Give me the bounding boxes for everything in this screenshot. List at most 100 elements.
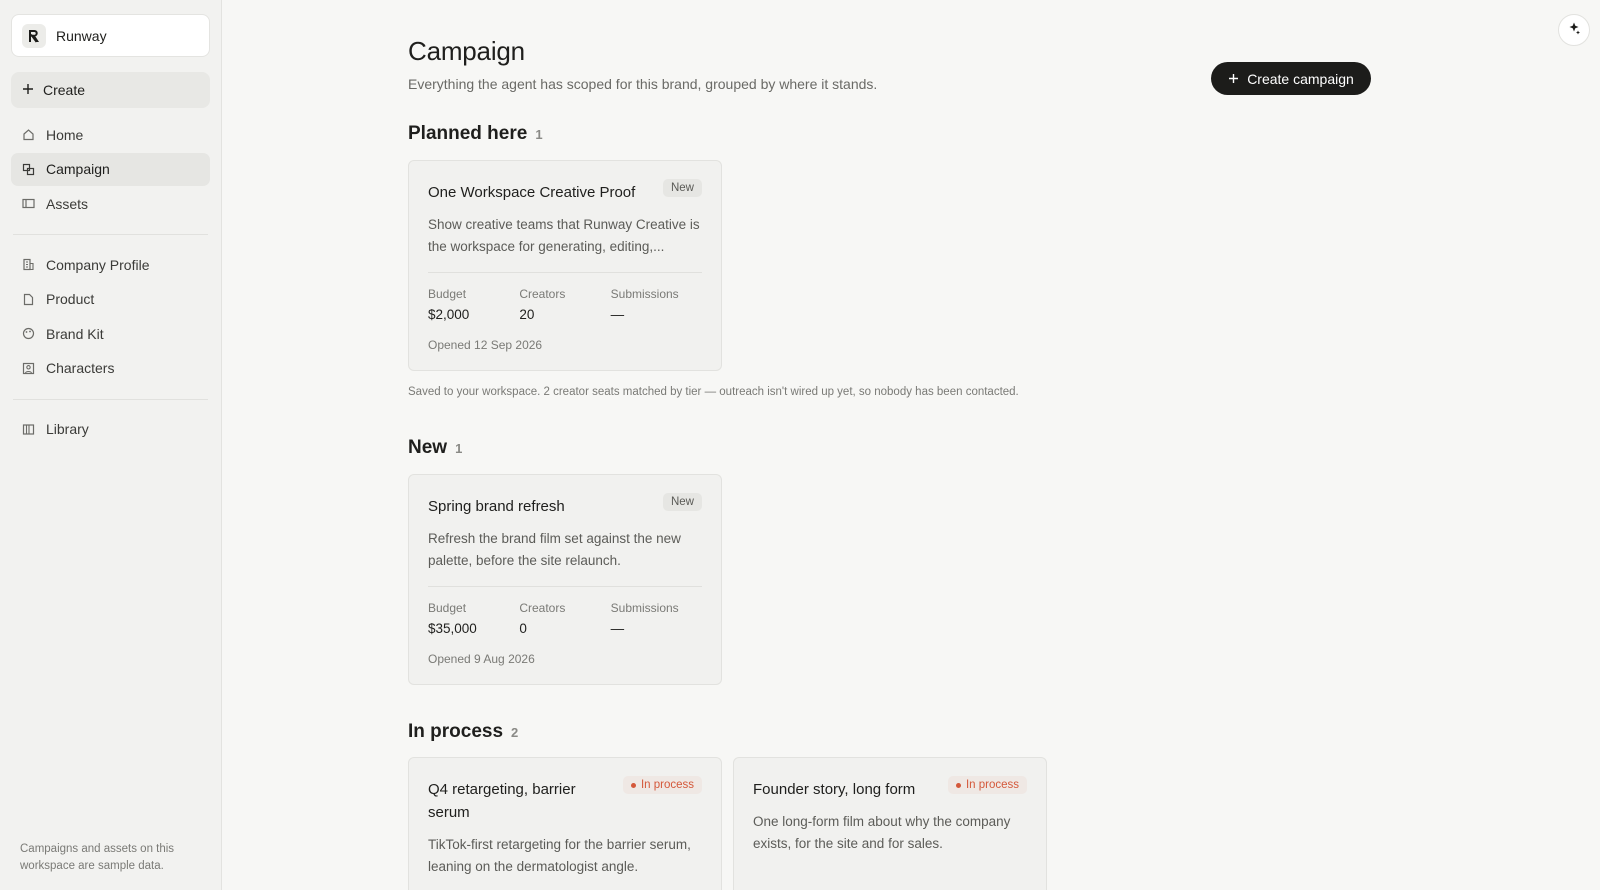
stat-submissions: Submissions — xyxy=(611,287,702,322)
sidebar-item-label: Library xyxy=(46,421,89,437)
sidebar-item-label: Home xyxy=(46,126,84,143)
sidebar-item-label: Assets xyxy=(46,195,89,212)
sidebar-item-characters[interactable]: Characters xyxy=(11,352,210,385)
card-description: Refresh the brand film set against the n… xyxy=(428,531,681,568)
stat-label: Submissions xyxy=(610,287,679,301)
nav-divider xyxy=(13,398,208,400)
card-title: Q4 retargeting, barrier serum xyxy=(428,781,576,821)
campaign-icon xyxy=(22,163,35,176)
card-title: One Workspace Creative Proof xyxy=(428,184,636,201)
planned-footnote: Saved to your workspace. 2 creator seats… xyxy=(408,386,1019,398)
stat-budget: Budget $2,000 xyxy=(428,287,519,322)
company-icon xyxy=(22,258,35,271)
stat-value: 0 xyxy=(519,621,527,636)
card-divider xyxy=(428,272,702,273)
sidebar-item-home[interactable]: Home xyxy=(11,118,210,151)
stat-value: $2,000 xyxy=(428,307,470,322)
sidebar-item-library[interactable]: Library xyxy=(11,413,210,446)
section-count: 1 xyxy=(455,441,463,456)
create-campaign-button[interactable]: Create campaign xyxy=(1211,62,1371,95)
section-title-new: New 1 xyxy=(408,437,462,459)
section-title-text: New xyxy=(408,437,448,458)
create-campaign-label: Create campaign xyxy=(1247,70,1354,87)
card-header: Q4 retargeting, barrier serum In process xyxy=(428,776,702,824)
stat-budget: Budget $35,000 xyxy=(428,601,519,636)
sparkle-icon xyxy=(1567,21,1581,40)
card-description: TikTok-first retargeting for the barrier… xyxy=(428,837,691,874)
sidebar-item-campaign[interactable]: Campaign xyxy=(11,152,210,186)
status-badge: New xyxy=(662,493,702,511)
nav-brand: Company Profile Product Brand Kit Charac… xyxy=(11,248,210,385)
status-badge-label: In process xyxy=(640,779,694,791)
stat-creators: Creators 20 xyxy=(519,287,610,322)
sidebar-item-label: Company Profile xyxy=(46,256,150,273)
campaign-card[interactable]: Founder story, long form In process One … xyxy=(733,757,1047,890)
library-icon xyxy=(22,423,35,436)
stat-creators: Creators 0 xyxy=(519,601,610,636)
sidebar-item-label: Campaign xyxy=(46,161,110,177)
plus-icon xyxy=(22,82,34,98)
status-dot-icon xyxy=(630,782,636,788)
stat-label: Submissions xyxy=(610,601,679,615)
status-badge: In process xyxy=(622,776,702,794)
stat-label: Budget xyxy=(428,287,467,301)
status-dot-icon xyxy=(955,782,961,788)
nav-main: Home Campaign Assets xyxy=(11,118,210,220)
nav-divider xyxy=(13,234,208,235)
stat-label: Creators xyxy=(519,601,566,615)
stat-value: $35,000 xyxy=(428,621,477,636)
sidebar-item-assets[interactable]: Assets xyxy=(11,187,210,220)
status-badge: New xyxy=(662,179,702,197)
sidebar-item-product[interactable]: Product xyxy=(11,283,210,316)
workspace-switcher[interactable]: Runway xyxy=(11,14,210,57)
section-count: 1 xyxy=(535,127,543,142)
sidebar: Runway Create Home Campaign Assets Compa… xyxy=(0,0,222,890)
stat-submissions: Submissions — xyxy=(611,601,702,636)
product-icon xyxy=(22,293,35,306)
section-title-planned: Planned here 1 xyxy=(408,123,543,145)
create-label: Create xyxy=(43,82,86,98)
campaign-card[interactable]: Spring brand refresh New Refresh the bra… xyxy=(408,474,722,685)
palette-icon xyxy=(22,327,35,340)
sidebar-item-label: Product xyxy=(46,291,95,307)
card-header: Founder story, long form In process xyxy=(753,776,1027,801)
sidebar-item-brand-kit[interactable]: Brand Kit xyxy=(11,317,210,350)
card-description: Show creative teams that Runway Creative… xyxy=(428,217,700,254)
sidebar-item-label: Brand Kit xyxy=(46,325,104,342)
card-stats: Budget $2,000 Creators 20 Submissions — xyxy=(428,287,702,322)
assets-icon xyxy=(22,197,35,210)
card-header: Spring brand refresh New xyxy=(428,493,702,518)
section-title-text: In process xyxy=(408,721,504,742)
nav-library: Library xyxy=(11,413,210,446)
card-divider xyxy=(428,586,702,587)
character-icon xyxy=(22,362,35,375)
sidebar-item-company-profile[interactable]: Company Profile xyxy=(11,248,210,281)
campaign-card[interactable]: Q4 retargeting, barrier serum In process… xyxy=(408,757,722,890)
stat-label: Budget xyxy=(428,601,467,615)
section-title-text: Planned here xyxy=(408,123,528,144)
stat-value: — xyxy=(610,621,625,636)
plus-icon xyxy=(1228,71,1239,87)
card-stats: Budget $35,000 Creators 0 Submissions — xyxy=(428,601,702,636)
card-opened-date: Opened 12 Sep 2026 xyxy=(428,338,543,352)
status-badge: In process xyxy=(947,776,1027,794)
card-opened-date: Opened 9 Aug 2026 xyxy=(428,652,535,666)
card-title: Founder story, long form xyxy=(753,781,916,798)
campaign-card[interactable]: One Workspace Creative Proof New Show cr… xyxy=(408,160,722,371)
create-button[interactable]: Create xyxy=(11,72,210,108)
page-title: Campaign xyxy=(408,36,525,66)
stat-label: Creators xyxy=(519,287,566,301)
section-title-in-process: In process 2 xyxy=(408,721,518,743)
stat-value: — xyxy=(610,307,625,322)
section-count: 2 xyxy=(511,725,519,740)
sample-data-note: Campaigns and assets on this workspace a… xyxy=(20,843,175,872)
stat-value: 20 xyxy=(519,307,535,322)
status-badge-label: In process xyxy=(965,779,1019,791)
card-description: One long-form film about why the company… xyxy=(753,814,1011,851)
card-header: One Workspace Creative Proof New xyxy=(428,179,702,204)
home-icon xyxy=(22,128,35,141)
workspace-name: Runway xyxy=(56,27,107,44)
assistant-button[interactable] xyxy=(1558,14,1590,46)
sidebar-item-label: Characters xyxy=(46,360,115,376)
page-subtitle: Everything the agent has scoped for this… xyxy=(408,76,878,92)
